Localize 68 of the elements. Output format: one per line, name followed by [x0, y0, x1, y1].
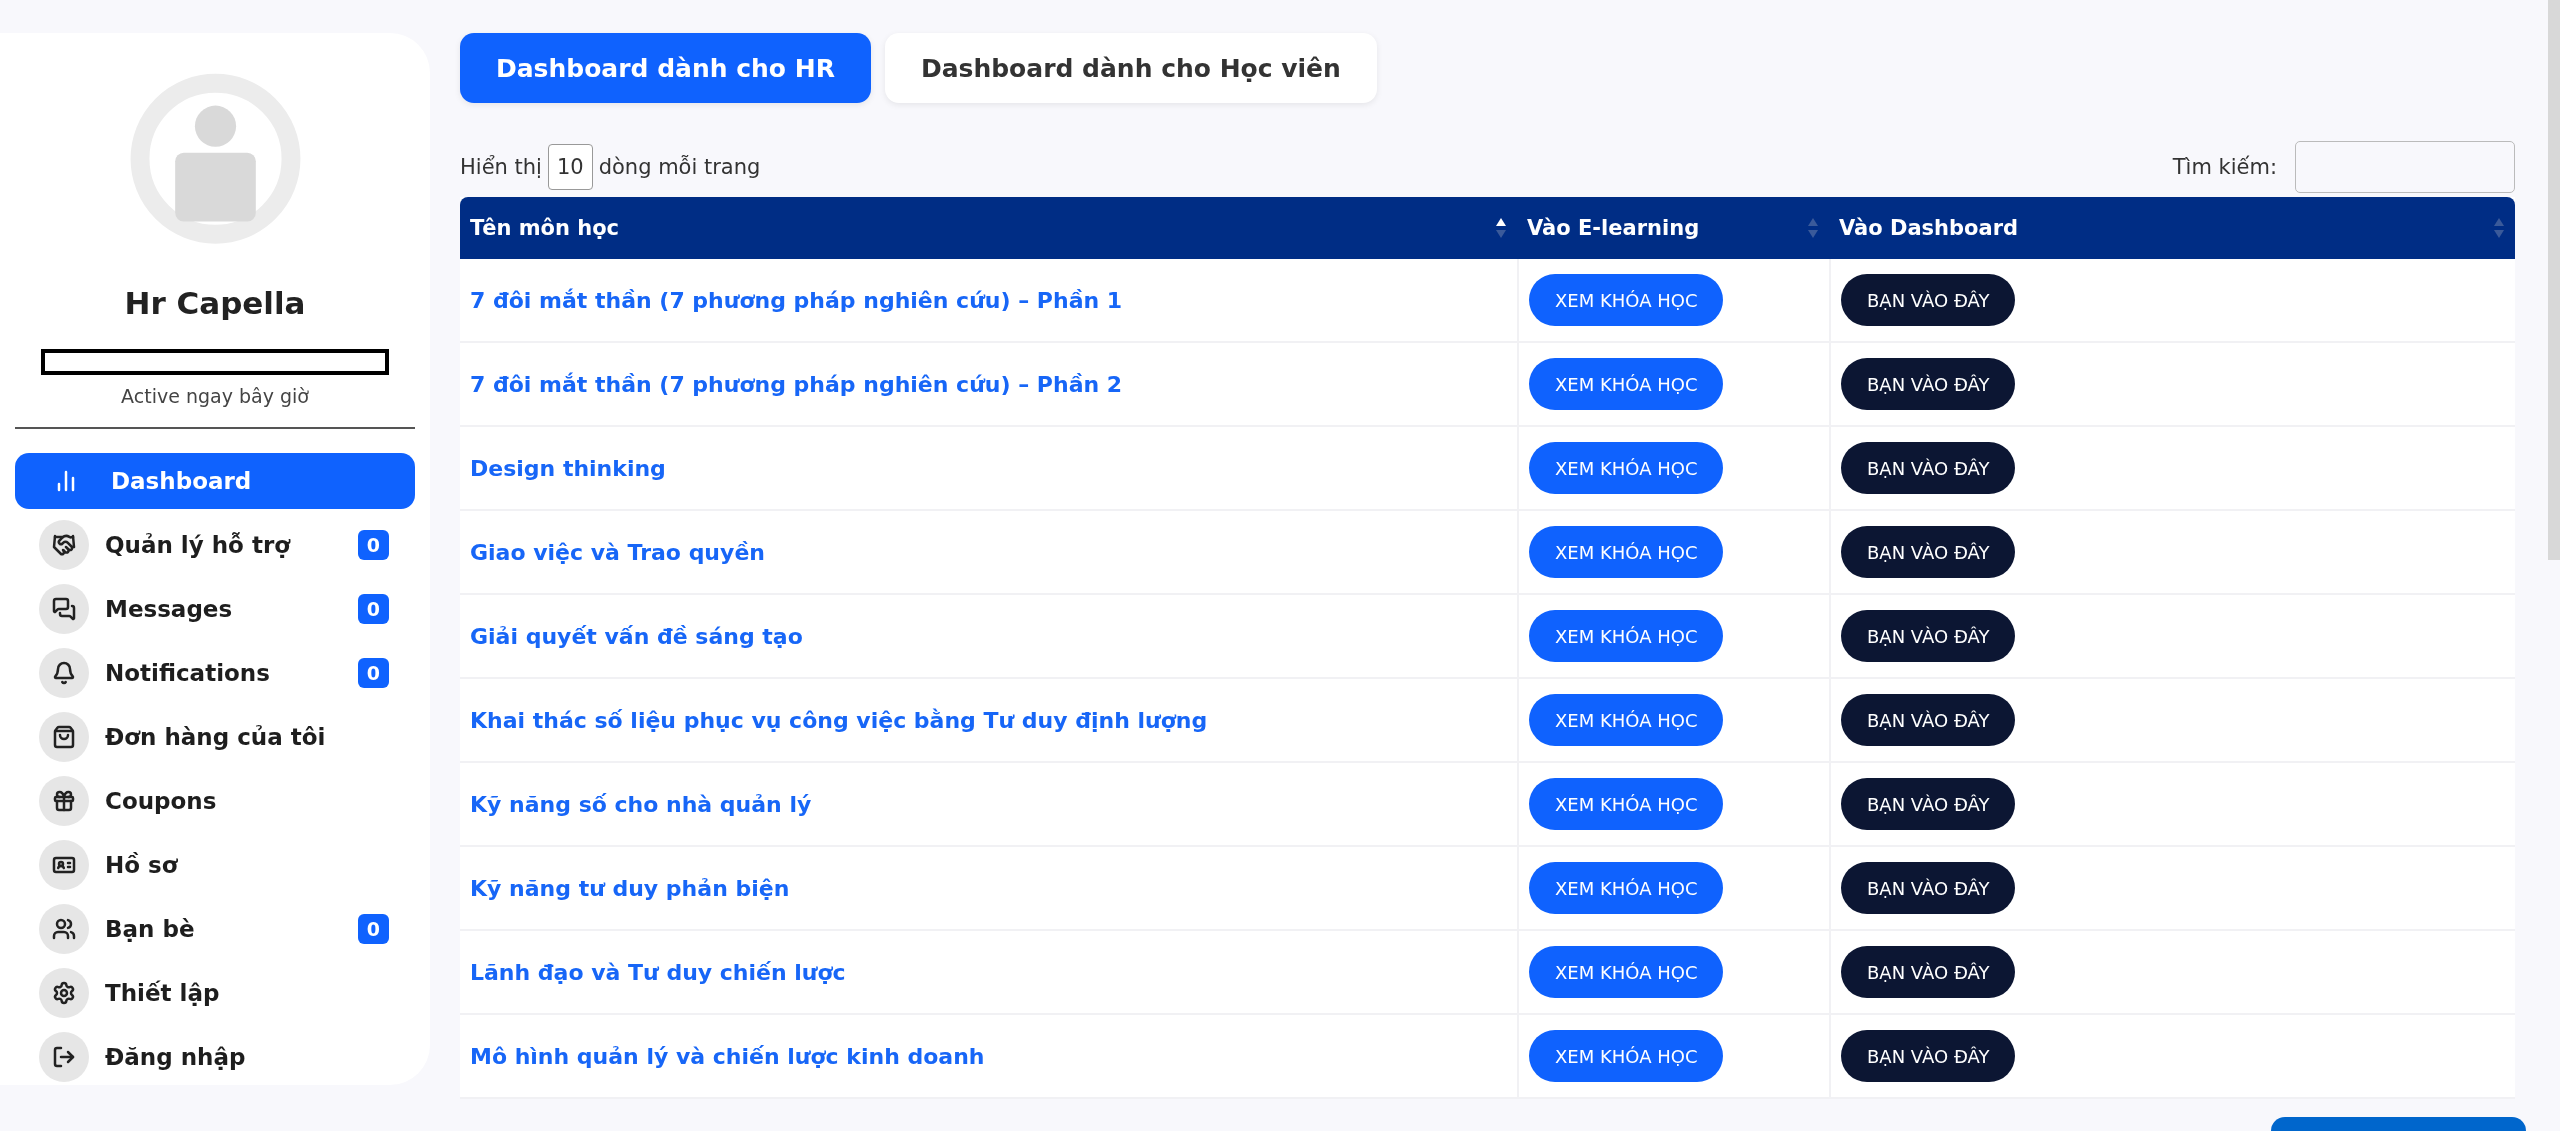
view-course-button[interactable]: XEM KHÓA HỌC [1529, 946, 1724, 998]
column-header[interactable]: Vào E-learning [1517, 197, 1829, 259]
dashboard-tab[interactable]: Dashboard dành cho HR [460, 33, 871, 103]
settings-icon [39, 968, 89, 1018]
course-link[interactable]: Giao việc và Trao quyền [470, 539, 765, 565]
enter-dashboard-button[interactable]: BẠN VÀO ĐÂY [1841, 526, 2016, 578]
view-course-button[interactable]: XEM KHÓA HỌC [1529, 442, 1724, 494]
sidebar-item[interactable]: Coupons [15, 773, 415, 829]
count-badge: 0 [357, 914, 389, 944]
profile-status: Active ngay bây giờ [121, 385, 309, 407]
sidebar-item[interactable]: Bạn bè 0 [15, 901, 415, 957]
course-link[interactable]: 7 đôi mắt thần (7 phương pháp nghiên cứu) – Phần 1 [470, 287, 1123, 313]
sidebar-item[interactable]: Quản lý hỗ trợ 0 [15, 517, 415, 573]
sidebar-item[interactable]: Thiết lập [15, 965, 415, 1021]
course-link[interactable]: Lãnh đạo và Tư duy chiến lược [470, 959, 846, 985]
length-label: Hiển thị [460, 155, 542, 179]
shopping-bag-icon [39, 712, 89, 762]
sidebar-item[interactable]: Dashboard [15, 453, 415, 509]
logout-icon [39, 1032, 89, 1082]
enter-dashboard-button[interactable]: BẠN VÀO ĐÂY [1841, 274, 2016, 326]
column-header[interactable]: Vào Dashboard [1829, 197, 2515, 259]
course-link[interactable]: Kỹ năng tư duy phản biện [470, 875, 790, 901]
count-badge: 0 [357, 594, 389, 624]
dashboard-tab[interactable]: Dashboard dành cho Học viên [884, 33, 1377, 103]
users-icon [39, 904, 89, 954]
sidebar-item[interactable]: Đơn hàng của tôi [15, 709, 415, 765]
course-link[interactable]: Khai thác số liệu phục vụ công việc bằng Tư duy định lượng [470, 707, 1208, 733]
enter-dashboard-button[interactable]: BẠN VÀO ĐÂY [1841, 1030, 2016, 1082]
enter-dashboard-button[interactable]: BẠN VÀO ĐÂY [1841, 862, 2016, 914]
view-course-button[interactable]: XEM KHÓA HỌC [1529, 694, 1724, 746]
search-label: Tìm kiếm: [2172, 155, 2277, 179]
course-link[interactable]: Kỹ năng số cho nhà quản lý [470, 791, 812, 817]
course-link[interactable]: Design thinking [470, 455, 666, 481]
profile-name: Hr Capella [124, 284, 306, 321]
view-course-button[interactable]: XEM KHÓA HỌC [1529, 274, 1724, 326]
course-link[interactable]: Mô hình quản lý và chiến lược kinh doanh [470, 1043, 985, 1069]
enter-dashboard-button[interactable]: BẠN VÀO ĐÂY [1841, 358, 2016, 410]
enter-dashboard-button[interactable]: BẠN VÀO ĐÂY [1841, 442, 2016, 494]
count-badge: 0 [357, 658, 389, 688]
view-course-button[interactable]: XEM KHÓA HỌC [1529, 1030, 1724, 1082]
sidebar-item[interactable]: Messages 0 [15, 581, 415, 637]
page-length-select[interactable]: 10 [547, 144, 593, 190]
column-header[interactable]: Tên môn học [460, 197, 1517, 259]
course-link[interactable]: 7 đôi mắt thần (7 phương pháp nghiên cứu) – Phần 2 [470, 371, 1123, 397]
sidebar-item[interactable]: Hồ sơ [15, 837, 415, 893]
chat-bubbles-icon [39, 584, 89, 634]
chat-widget[interactable] [2271, 1117, 2526, 1131]
enter-dashboard-button[interactable]: BẠN VÀO ĐÂY [1841, 778, 2016, 830]
gift-icon [39, 776, 89, 826]
enter-dashboard-button[interactable]: BẠN VÀO ĐÂY [1841, 694, 2016, 746]
sidebar-item[interactable]: Đăng nhập [15, 1029, 415, 1085]
length-suffix: dòng mỗi trang [598, 155, 761, 179]
count-badge: 0 [357, 530, 389, 560]
enter-dashboard-button[interactable]: BẠN VÀO ĐÂY [1841, 610, 2016, 662]
sidebar-item[interactable]: Notifications 0 [15, 645, 415, 701]
sort-icon[interactable] [1495, 217, 1507, 239]
view-course-button[interactable]: XEM KHÓA HỌC [1529, 526, 1724, 578]
search-field[interactable] [2295, 141, 2515, 193]
view-course-button[interactable]: XEM KHÓA HỌC [1529, 862, 1724, 914]
view-course-button[interactable]: XEM KHÓA HỌC [1529, 358, 1724, 410]
view-course-button[interactable]: XEM KHÓA HỌC [1529, 610, 1724, 662]
course-link[interactable]: Giải quyết vấn đề sáng tạo [470, 623, 803, 649]
handshake-icon [39, 520, 89, 570]
scrollbar-thumb[interactable] [2548, 0, 2560, 560]
bell-icon [39, 648, 89, 698]
enter-dashboard-button[interactable]: BẠN VÀO ĐÂY [1841, 946, 2016, 998]
id-card-icon [39, 840, 89, 890]
view-course-button[interactable]: XEM KHÓA HỌC [1529, 778, 1724, 830]
